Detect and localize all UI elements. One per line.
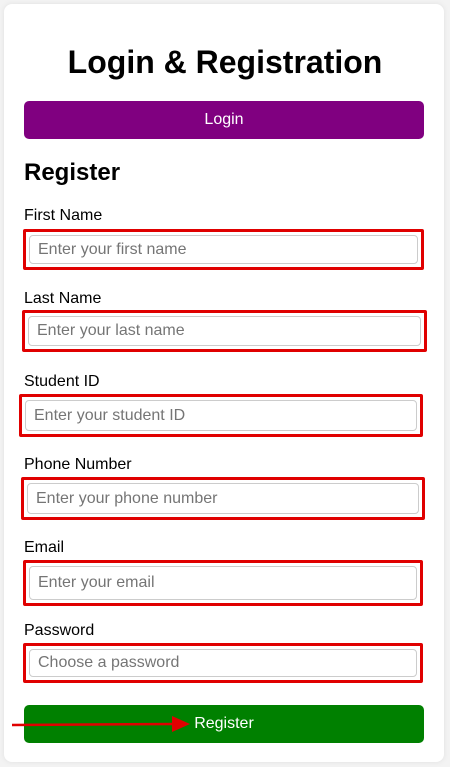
first-name-highlight	[23, 229, 424, 270]
phone-number-input[interactable]	[27, 483, 419, 514]
student-id-highlight	[19, 394, 423, 437]
last-name-highlight	[22, 310, 427, 352]
student-id-input[interactable]	[25, 400, 417, 431]
password-highlight	[23, 643, 423, 683]
password-label: Password	[24, 622, 95, 639]
first-name-label: First Name	[24, 207, 103, 224]
register-button[interactable]: Register	[24, 705, 424, 743]
email-input[interactable]	[29, 566, 417, 600]
phone-number-highlight	[21, 477, 425, 520]
email-label: Email	[24, 539, 65, 556]
last-name-label: Last Name	[24, 290, 102, 307]
email-highlight	[23, 560, 423, 606]
password-input[interactable]	[29, 649, 417, 677]
phone-number-label: Phone Number	[24, 456, 132, 473]
register-heading: Register	[24, 159, 121, 186]
last-name-input[interactable]	[28, 316, 421, 346]
student-id-label: Student ID	[24, 373, 100, 390]
first-name-input[interactable]	[29, 235, 418, 264]
login-button[interactable]: Login	[24, 101, 424, 139]
page-title: Login & Registration	[67, 44, 383, 80]
